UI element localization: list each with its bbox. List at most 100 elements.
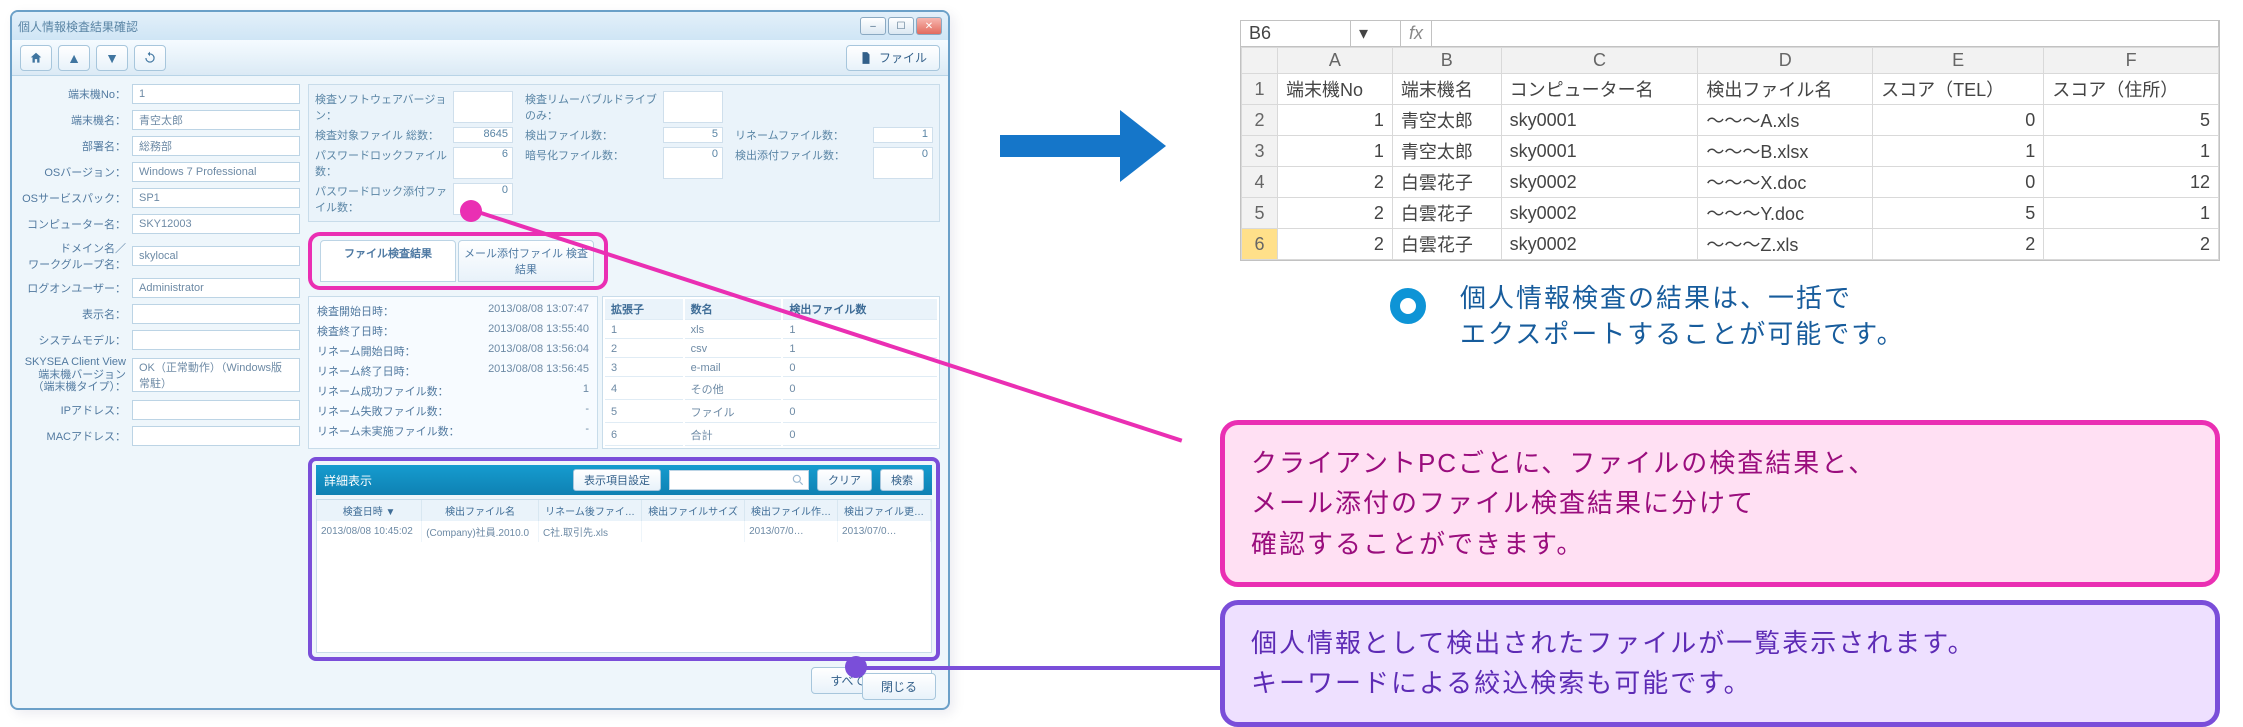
row-header[interactable]: 5 [1242,198,1278,229]
sheet-col-header[interactable]: B [1392,48,1501,74]
sheet-cell[interactable]: 5 [2044,105,2219,136]
display-columns-button[interactable]: 表示項目設定 [573,469,661,491]
sheet-cell[interactable]: 〜〜〜Y.doc [1698,198,1873,229]
tab-mail-attach-results[interactable]: メール添付ファイル 検査結果 [458,240,594,282]
sheet-cell[interactable]: 白雲花子 [1392,229,1501,260]
down-button[interactable]: ▼ [96,45,128,71]
sheet-cell[interactable]: sky0002 [1501,198,1698,229]
sheet-cell[interactable]: 2 [1278,198,1393,229]
table-row[interactable]: 31青空太郎sky0001〜〜〜B.xlsx11 [1242,136,2219,167]
col-header[interactable]: 数名 [685,299,782,320]
col-header[interactable]: 検出ファイル名 [422,500,539,521]
sheet-cell[interactable]: sky0001 [1501,105,1698,136]
row-header[interactable]: 6 [1242,229,1278,260]
sheet-cell[interactable]: 〜〜〜A.xls [1698,105,1873,136]
sheet-col-header[interactable]: D [1698,48,1873,74]
stat-value [663,91,723,123]
sheet-cell[interactable]: 〜〜〜Z.xls [1698,229,1873,260]
col-header[interactable]: 検出ファイル作… [745,500,838,521]
sheet-cell[interactable]: 青空太郎 [1392,136,1501,167]
sheet-col-header[interactable] [1242,48,1278,74]
table-row[interactable]: 6合計0 [605,425,937,446]
detail-header: 詳細表示 表示項目設定 クリア 検索 [316,465,932,495]
close-button[interactable]: 閉じる [862,673,936,700]
sheet-cell[interactable]: 0 [1873,167,2044,198]
table-row[interactable]: 1xls1 [605,322,937,339]
sheet-cell[interactable]: 2 [1278,167,1393,198]
sheet-cell[interactable]: 5 [1873,198,2044,229]
table-row[interactable]: 2013/08/08 10:45:02(Company)社員.2010.0C社.… [317,521,931,542]
sheet-cell[interactable]: スコア（TEL） [1873,74,2044,105]
formula-bar[interactable] [1432,21,2219,46]
sheet-cell[interactable]: 白雲花子 [1392,198,1501,229]
clear-button[interactable]: クリア [817,469,872,491]
sheet-cell[interactable]: 〜〜〜B.xlsx [1698,136,1873,167]
stat-label: 検査リムーバブルドライブのみ： [525,91,663,123]
row-header[interactable]: 4 [1242,167,1278,198]
col-header[interactable]: 検出ファイル更… [838,500,931,521]
sheet-cell[interactable]: 0 [1873,105,2044,136]
sheet-cell[interactable]: スコア（住所） [2044,74,2219,105]
fx-dropdown[interactable]: ▾ [1351,21,1401,46]
search-button[interactable]: 検索 [880,469,924,491]
sheet-cell[interactable]: 〜〜〜X.doc [1698,167,1873,198]
sheet-cell[interactable]: 白雲花子 [1392,167,1501,198]
sheet-cell[interactable]: sky0002 [1501,167,1698,198]
table-row[interactable]: 21青空太郎sky0001〜〜〜A.xls05 [1242,105,2219,136]
sheet-cell[interactable]: 2 [1873,229,2044,260]
sheet-cell[interactable]: 青空太郎 [1392,105,1501,136]
sheet-cell[interactable]: sky0002 [1501,229,1698,260]
table-row[interactable]: 52白雲花子sky0002〜〜〜Y.doc51 [1242,198,2219,229]
scan-summary: 検査開始日時：2013/08/08 13:07:47 検査終了日時：2013/0… [308,296,598,449]
row-header[interactable]: 1 [1242,74,1278,105]
minimize-button[interactable]: – [860,17,886,35]
field-value: SP1 [132,188,300,208]
sheet-cell[interactable]: 2 [2044,229,2219,260]
tab-file-results[interactable]: ファイル検査結果 [320,240,456,282]
sheet-col-header[interactable]: C [1501,48,1698,74]
home-button[interactable] [20,45,52,71]
field-value [132,400,300,420]
sheet-cell[interactable]: 12 [2044,167,2219,198]
detail-table[interactable]: 検査日時 ▼検出ファイル名リネーム後ファイ…検出ファイルサイズ検出ファイル作…検… [316,499,932,653]
search-input[interactable] [669,470,809,490]
arrow-icon [1000,110,1166,182]
sheet-col-header[interactable]: A [1278,48,1393,74]
row-header[interactable]: 3 [1242,136,1278,167]
sheet-cell[interactable]: 1 [1278,105,1393,136]
sheet-cell[interactable]: 2 [1278,229,1393,260]
table-row[interactable]: 42白雲花子sky0002〜〜〜X.doc012 [1242,167,2219,198]
field-value: SKY12003 [132,214,300,234]
kv-label: リネーム開始日時： [317,343,416,359]
sheet-col-header[interactable]: F [2044,48,2219,74]
sheet-cell[interactable]: コンピューター名 [1501,74,1698,105]
close-window-button[interactable]: ✕ [916,17,942,35]
sheet-cell[interactable]: 端末機No [1278,74,1393,105]
refresh-button[interactable] [134,45,166,71]
table-row[interactable]: 3e-mail0 [605,360,937,377]
col-header[interactable]: 検査日時 ▼ [317,500,422,521]
file-menu-button[interactable]: ファイル [846,45,940,71]
row-header[interactable]: 2 [1242,105,1278,136]
sheet-cell[interactable]: 1 [1873,136,2044,167]
col-header[interactable]: リネーム後ファイ… [538,500,641,521]
name-box[interactable]: B6 [1241,21,1351,46]
table-row[interactable]: 5ファイル0 [605,402,937,423]
col-header[interactable]: 検出ファイルサイズ [642,500,745,521]
maximize-button[interactable]: ☐ [888,17,914,35]
fx-label: fx [1401,21,1432,46]
sheet-col-header[interactable]: E [1873,48,2044,74]
table-row[interactable]: 62白雲花子sky0002〜〜〜Z.xls22 [1242,229,2219,260]
callout-line: キーワードによる絞込検索も可能です。 [1251,663,2189,703]
up-button[interactable]: ▲ [58,45,90,71]
sheet-cell[interactable]: 検出ファイル名 [1698,74,1873,105]
col-header[interactable]: 拡張子 [605,299,683,320]
table-row[interactable]: 1端末機No端末機名コンピューター名検出ファイル名スコア（TEL）スコア（住所） [1242,74,2219,105]
sheet-cell[interactable]: 1 [1278,136,1393,167]
sheet-cell[interactable]: 1 [2044,198,2219,229]
table-row[interactable]: 4その他0 [605,379,937,400]
sheet-cell[interactable]: 1 [2044,136,2219,167]
sheet-cell[interactable]: 端末機名 [1392,74,1501,105]
sheet-cell[interactable]: sky0001 [1501,136,1698,167]
stat-label: 検出添付ファイル数： [735,147,845,179]
